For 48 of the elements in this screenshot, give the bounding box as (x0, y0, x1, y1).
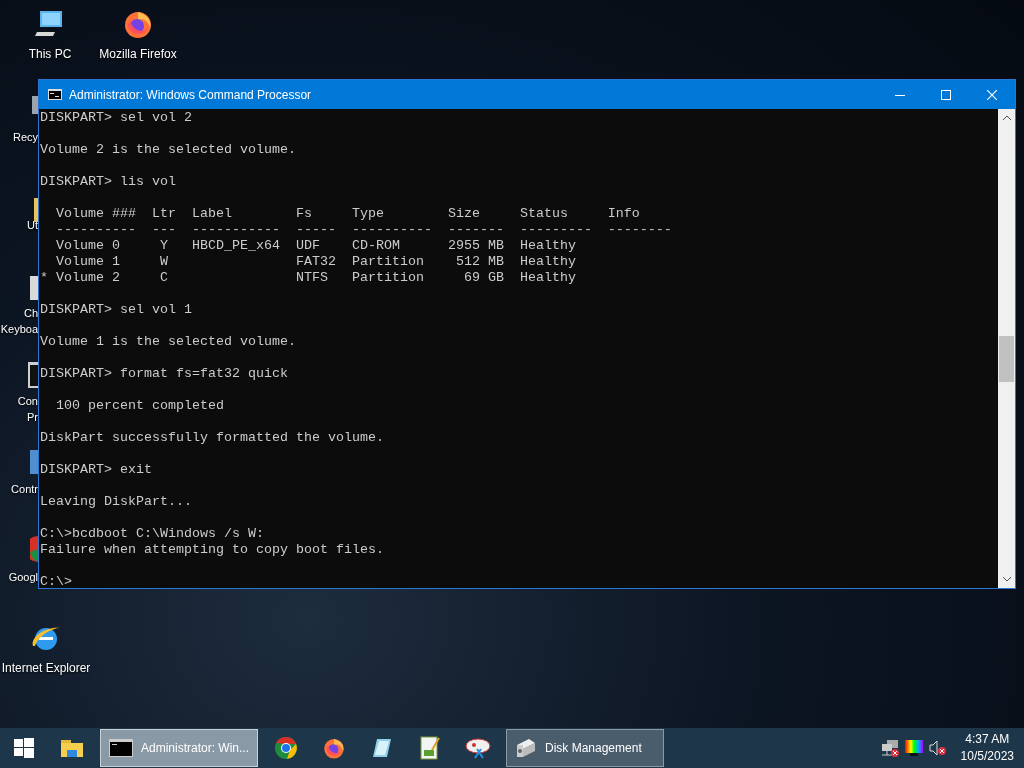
console-line: C:\> (40, 574, 73, 588)
icon-label: Ch (23, 306, 38, 321)
scroll-thumb[interactable] (999, 336, 1014, 382)
console-line: * Volume 2 C NTFS Partition 69 GB Healthy (40, 270, 577, 286)
clock-date: 10/5/2023 (960, 748, 1014, 765)
console-line: ---------- --- ----------- ----- ---------- ------- --------- -------- (55, 222, 673, 238)
window-title: Administrator: Windows Command Processor (69, 87, 312, 102)
icon-label: This PC (28, 46, 72, 62)
console-line: Volume 1 is the selected volume. (40, 334, 297, 350)
icon-label: Recy (12, 130, 38, 145)
console-line: DiskPart successfully formatted the volume. (40, 430, 385, 446)
console-line: DISKPART> sel vol 1 (40, 302, 193, 318)
console-line: Volume 0 Y HBCD_PE_x64 UDF CD-ROM 2955 MB Healthy (55, 238, 577, 254)
console-line: Volume ### Ltr Label Fs Type Size Status Info (55, 206, 641, 222)
firefox-icon (322, 736, 346, 760)
windows-icon (14, 738, 34, 758)
console-line: DISKPART> format fs=fat32 quick (40, 366, 289, 382)
console-line: Failure when attempting to copy boot files. (40, 542, 385, 558)
icon-label: Ut (27, 218, 38, 233)
scroll-up-icon[interactable] (1002, 115, 1011, 120)
icon-label: Keyboa (0, 322, 38, 337)
taskbar-button[interactable]: Disk Management (506, 729, 664, 767)
console-line: DISKPART> lis vol (40, 174, 177, 190)
notepad-icon (371, 737, 393, 759)
clock-time: 4:37 AM (965, 731, 1010, 748)
disk-drive-icon (515, 737, 537, 759)
network-error-icon[interactable] (880, 739, 899, 757)
console-line: Leaving DiskPart... (40, 494, 193, 510)
icon-label: Mozilla Firefox (99, 46, 177, 62)
console-line: 100 percent completed (55, 398, 225, 414)
console-line: Volume 1 W FAT32 Partition 512 MB Healthy (55, 254, 577, 270)
document-icon (420, 736, 440, 760)
console-line: DISKPART> sel vol 2 (40, 110, 193, 126)
icon-label: Internet Explorer (1, 660, 91, 676)
console-line: Volume 2 is the selected volume. (40, 142, 297, 158)
scrollbar[interactable] (998, 109, 1015, 588)
maximize-icon (941, 89, 951, 100)
console-line: C:\>bcdboot C:\Windows /s W: (40, 526, 265, 542)
scroll-down-icon[interactable] (1002, 577, 1011, 582)
close-icon (987, 89, 997, 100)
icon-label: Con (17, 394, 38, 409)
icon-label: Pr (27, 410, 38, 425)
console-line: DISKPART> exit (40, 462, 153, 478)
palette-icon (465, 737, 491, 759)
color-display-icon[interactable] (904, 740, 923, 756)
icon-label: Contr (11, 482, 38, 497)
icon-label: Googl (8, 570, 38, 585)
volume-muted-icon[interactable] (928, 740, 947, 756)
